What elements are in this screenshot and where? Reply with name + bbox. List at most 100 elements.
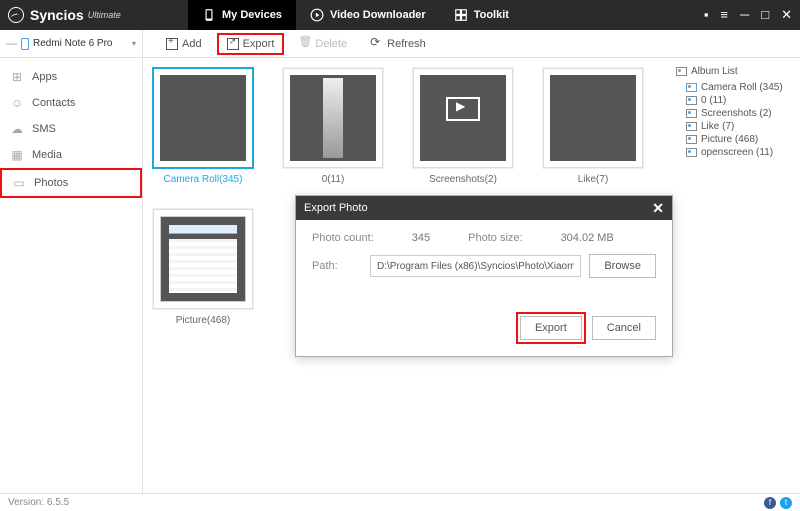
dialog-export-button[interactable]: Export [520,316,582,340]
export-icon [227,38,239,50]
album-list-item[interactable]: 0 (11) [676,94,794,107]
album-picture[interactable]: Picture(468) [153,209,253,326]
album-list-item[interactable]: openscreen (11) [676,146,794,159]
album-list-label: Picture (468) [701,134,758,145]
sidebar-label: SMS [32,123,56,135]
device-icon [21,38,29,50]
photo-count-value: 345 [412,232,430,244]
tab-video-downloader[interactable]: Video Downloader [296,0,440,30]
tab-label: Video Downloader [330,9,426,21]
tab-my-devices[interactable]: My Devices [188,0,296,30]
album-list-panel: Album List Camera Roll (345) 0 (11) Screen… [670,58,800,493]
album-caption: Like(7) [543,174,643,185]
album-list-header: Album List [676,66,794,77]
sidebar-label: Photos [34,177,68,189]
browse-button[interactable]: Browse [589,254,656,278]
album-0[interactable]: 0(11) [283,68,383,185]
add-button[interactable]: Add [157,34,211,54]
album-list-item[interactable]: Camera Roll (345) [676,81,794,94]
album-icon [686,96,697,105]
album-thumbnail [543,68,643,168]
sms-icon: ☁ [10,122,24,136]
status-bar: Version: 6.5.5 f t [0,493,800,511]
app-edition: Ultimate [88,10,121,20]
album-list-item[interactable]: Picture (468) [676,133,794,146]
album-list-label: 0 (11) [701,95,726,106]
album-caption: Camera Roll(345) [153,174,253,185]
sidebar-item-contacts[interactable]: ☺Contacts [0,90,142,116]
album-camera-roll[interactable]: Camera Roll(345) [153,68,253,185]
delete-button[interactable]: Delete [290,34,356,54]
sidebar-item-photos[interactable]: ▭ Photos [0,168,142,198]
album-list-label: Camera Roll (345) [701,82,783,93]
grid-icon [454,8,468,22]
apps-icon: ⊞ [10,70,24,84]
photo-count-label: Photo count: [312,232,374,244]
facebook-icon[interactable]: f [764,497,776,509]
refresh-icon [371,38,383,50]
refresh-button[interactable]: Refresh [362,34,435,54]
export-button[interactable]: Export [217,33,285,55]
add-icon [166,38,178,50]
refresh-label: Refresh [387,38,426,50]
album-list-label: Screenshots (2) [701,108,772,119]
album-icon [686,148,697,157]
album-caption: Picture(468) [153,315,253,326]
album-list-label: Like (7) [701,121,734,132]
album-caption: Screenshots(2) [413,174,513,185]
sidebar: ⊞ Apps ☺Contacts ☁ SMS ▦ Media ▭ Photos [0,58,143,493]
folder-icon [676,67,687,76]
album-caption: 0(11) [283,174,383,185]
export-label: Export [243,38,275,50]
logo-icon [8,7,24,23]
chevron-down-icon: ▾ [132,39,136,48]
path-input[interactable] [370,255,581,277]
tab-toolkit[interactable]: Toolkit [440,0,523,30]
nav-tabs: My Devices Video Downloader Toolkit [188,0,523,30]
photos-icon: ▭ [12,176,26,190]
media-icon: ▦ [10,148,24,162]
add-label: Add [182,38,202,50]
delete-label: Delete [315,38,347,50]
album-list-item[interactable]: Like (7) [676,120,794,133]
dialog-cancel-button[interactable]: Cancel [592,316,656,340]
sidebar-item-media[interactable]: ▦ Media [0,142,142,168]
dialog-titlebar: Export Photo ✕ [296,196,672,220]
album-thumbnail [153,209,253,309]
album-icon [686,109,697,118]
actions-toolbar: Add Export Delete Refresh [143,33,435,55]
dialog-path-row: Path: Browse [312,254,656,278]
dialog-close-button[interactable]: ✕ [652,200,664,217]
play-icon [310,8,324,22]
photo-size-value: 304.02 MB [561,232,614,244]
minimize-icon[interactable]: ─ [740,7,749,23]
album-thumbnail [283,68,383,168]
close-icon[interactable]: ✕ [781,7,792,23]
dialog-title: Export Photo [304,202,368,214]
tab-label: Toolkit [474,9,509,21]
sidebar-label: Contacts [32,97,75,109]
delete-icon [299,38,311,50]
album-list-title: Album List [691,66,738,77]
titlebar: Syncios Ultimate My Devices Video Downlo… [0,0,800,30]
sidebar-item-sms[interactable]: ☁ SMS [0,116,142,142]
album-list-item[interactable]: Screenshots (2) [676,107,794,120]
twitter-icon[interactable]: t [780,497,792,509]
feedback-icon[interactable]: ▪ [704,7,709,23]
sidebar-label: Media [32,149,62,161]
photo-size-label: Photo size: [468,232,522,244]
album-like[interactable]: Like(7) [543,68,643,185]
sidebar-label: Apps [32,71,57,83]
menu-icon[interactable]: ≡ [720,7,728,23]
device-name: Redmi Note 6 Pro [33,38,128,49]
dialog-footer: Export Cancel [296,300,672,356]
window-controls: ▪ ≡ ─ □ ✕ [704,7,792,23]
maximize-icon[interactable]: □ [761,7,769,23]
version-label: Version: 6.5.5 [8,497,69,508]
phone-icon [202,8,216,22]
device-selector[interactable]: — Redmi Note 6 Pro ▾ [0,30,143,58]
sidebar-item-apps[interactable]: ⊞ Apps [0,64,142,90]
album-screenshots[interactable]: Screenshots(2) [413,68,513,185]
app-name: Syncios [30,7,84,23]
app-logo: Syncios Ultimate [8,7,188,23]
